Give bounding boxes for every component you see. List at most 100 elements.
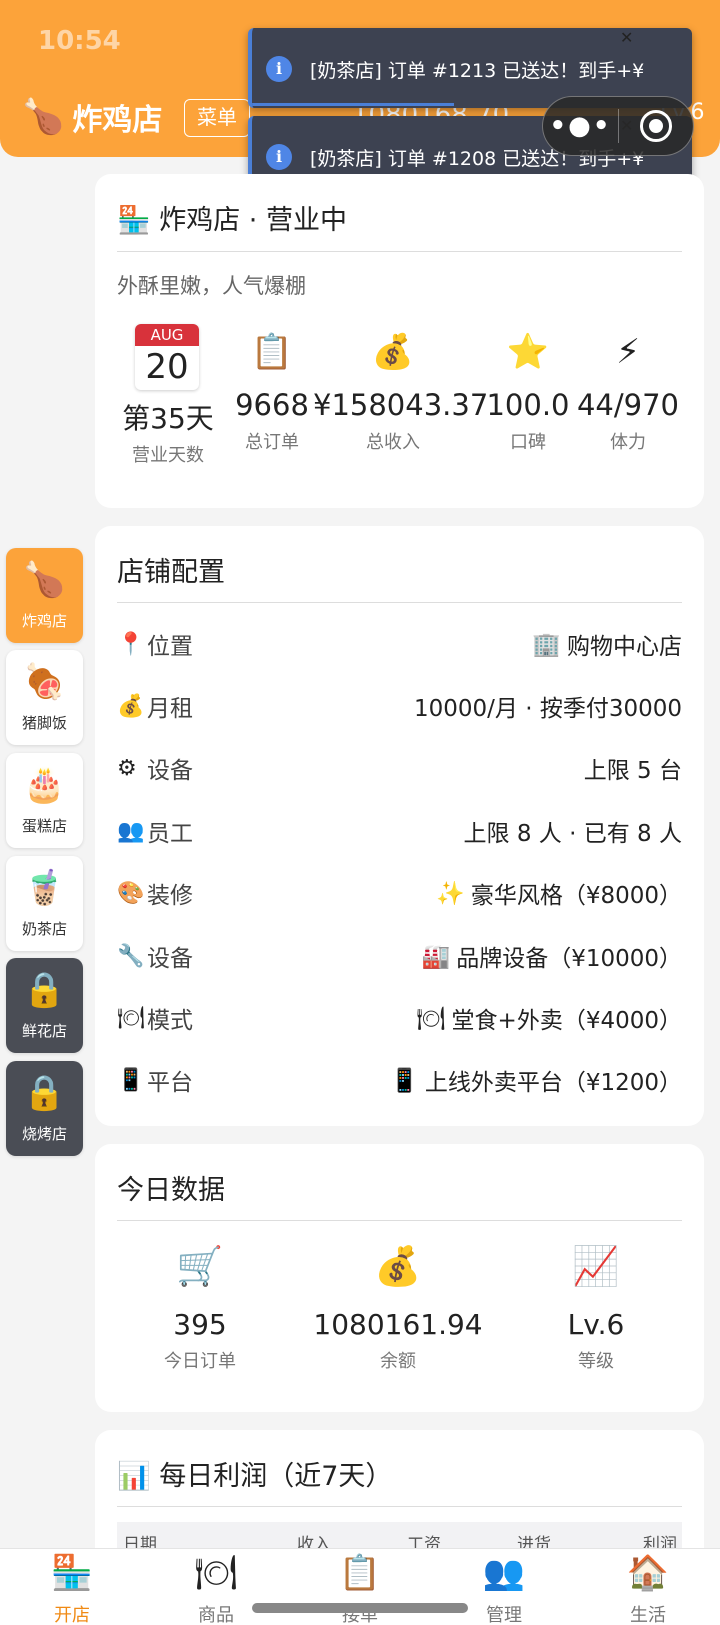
plate-icon: 🍽 [194, 1553, 238, 1593]
balance-stat: 💰 1080161.94 余额 [313, 1244, 483, 1373]
chicken-leg-icon: 🍗 [22, 97, 65, 137]
business-days-label: 营业天数 [132, 445, 204, 466]
config-value: 豪华风格（¥8000） [470, 883, 682, 909]
stat-label: 总收入 [366, 432, 420, 453]
side-tab-label: 鲜花店 [21, 1022, 67, 1040]
today-data-card: 今日数据 🛒 395 今日订单 💰 1080161.94 余额 📈 Lv.6 等… [95, 1144, 704, 1412]
today-title: 今日数据 [117, 1175, 225, 1206]
lock-icon: 🔒 [23, 970, 66, 1010]
sparkles-icon: ✨ [436, 880, 465, 907]
divider [117, 602, 682, 603]
side-tab-pork-rice[interactable]: 🍖 猪脚饭 [6, 650, 83, 745]
divider [117, 251, 682, 252]
lightning-icon: ⚡ [616, 332, 640, 372]
config-value: 上限 8 人 · 已有 8 人 [463, 821, 682, 847]
profit-title: 📊 每日利润（近7天） [117, 1454, 392, 1493]
level-stat: 📈 Lv.6 等级 [511, 1244, 681, 1373]
nav-open-store[interactable]: 🏪 开店 [0, 1549, 144, 1625]
nav-label: 开店 [54, 1605, 90, 1625]
stat-value: 9668 [235, 388, 309, 422]
more-icon[interactable]: •●• [543, 111, 618, 141]
config-key: 员工 [147, 821, 193, 847]
config-row-location[interactable]: 📍 位置 🏢 购物中心店 [117, 624, 682, 664]
profit-title-text: 每日利润（近7天） [159, 1461, 393, 1492]
nav-life[interactable]: 🏠 生活 [576, 1549, 720, 1625]
close-miniprogram-icon[interactable] [619, 110, 693, 142]
fork-knife-icon: 🍽 [117, 1005, 145, 1031]
bottom-nav: 🏪 开店 🍽 商品 📋 接单 👥 管理 🏠 生活 [0, 1548, 720, 1625]
config-value: 堂食+外卖（¥4000） [451, 1008, 682, 1034]
lock-icon: 🔒 [23, 1073, 66, 1113]
cart-icon: 🛒 [176, 1244, 224, 1288]
side-tab-bbq-locked[interactable]: 🔒 烧烤店 [6, 1061, 83, 1156]
side-tab-milk-tea[interactable]: 🧋 奶茶店 [6, 856, 83, 951]
calendar-icon: AUG 20 [135, 324, 199, 390]
stat-label: 余额 [380, 1351, 416, 1372]
config-row-mode[interactable]: 🍽 模式 🍽 堂食+外卖（¥4000） [117, 998, 682, 1038]
money-bag-icon: 💰 [117, 693, 145, 719]
config-value: 10000/月 · 按季付30000 [413, 696, 682, 722]
total-orders-stat: 📋 9668 总订单 [217, 332, 327, 454]
stamina-stat: ⚡ 44/970 体力 [563, 332, 693, 454]
config-value: 购物中心店 [567, 634, 682, 660]
config-row-equipment[interactable]: 🔧 设备 🏭 品牌设备（¥10000） [117, 936, 682, 976]
info-icon: i [266, 56, 292, 82]
money-bag-icon: 💰 [371, 332, 415, 372]
store-config-card: 店铺配置 📍 位置 🏢 购物中心店 💰 月租 10000/月 · 按季付30000… [95, 526, 704, 1126]
config-key: 模式 [147, 1008, 193, 1034]
stat-label: 体力 [610, 432, 646, 453]
config-value: 品牌设备（¥10000） [456, 946, 682, 972]
nav-orders[interactable]: 📋 接单 [288, 1549, 432, 1625]
people-icon: 👥 [117, 818, 145, 844]
pin-icon: 📍 [117, 631, 145, 657]
stat-value: 44/970 [576, 388, 680, 422]
total-revenue-stat: 💰 ¥158043.37 总收入 [313, 332, 488, 454]
toast-progress [252, 103, 455, 106]
cake-icon: 🎂 [23, 765, 66, 805]
config-row-platform[interactable]: 📱 平台 📱 上线外卖平台（¥1200） [117, 1060, 682, 1100]
miniprogram-capsule: •●• [542, 96, 694, 156]
palette-icon: 🎨 [117, 880, 145, 906]
nav-products[interactable]: 🍽 商品 [144, 1549, 288, 1625]
bar-chart-icon: 📊 [117, 1461, 151, 1492]
chicken-leg-icon: 🍗 [23, 560, 66, 600]
stat-value: Lv.6 [567, 1308, 625, 1341]
clipboard-icon: 📋 [338, 1553, 382, 1593]
store-name: 炸鸡店 [72, 103, 163, 138]
config-row-decoration[interactable]: 🎨 装修 ✨ 豪华风格（¥8000） [117, 873, 682, 913]
toast-close-icon[interactable]: ✕ [620, 28, 660, 88]
config-key: 设备 [147, 758, 193, 784]
people-icon: 👥 [482, 1553, 526, 1593]
config-row-rent[interactable]: 💰 月租 10000/月 · 按季付30000 [117, 686, 682, 726]
stat-value: 1080161.94 [313, 1308, 483, 1341]
store-icon: 🏪 [50, 1553, 94, 1593]
config-value: 上线外卖平台（¥1200） [424, 1070, 682, 1096]
stat-label: 今日订单 [164, 1351, 236, 1372]
bubble-tea-icon: 🧋 [23, 868, 66, 908]
side-tab-label: 蛋糕店 [21, 817, 67, 835]
phone-icon: 📱 [390, 1067, 419, 1094]
side-tab-fried-chicken[interactable]: 🍗 炸鸡店 [6, 548, 83, 643]
divider [117, 1506, 682, 1507]
menu-button[interactable]: 菜单 [184, 99, 250, 137]
side-tab-label: 炸鸡店 [21, 612, 67, 630]
wrench-icon: 🔧 [117, 943, 145, 969]
gear-icon: ⚙ [117, 755, 137, 781]
money-bag-icon: 💰 [374, 1244, 422, 1288]
store-title: 🍗 炸鸡店 [22, 95, 162, 139]
config-key: 位置 [147, 634, 193, 660]
calendar-day: 20 [145, 347, 189, 387]
side-tab-flower-locked[interactable]: 🔒 鲜花店 [6, 958, 83, 1053]
phone-icon: 📱 [117, 1067, 145, 1093]
config-row-equipment-limit[interactable]: ⚙ 设备 上限 5 台 [117, 748, 682, 788]
config-row-staff[interactable]: 👥 员工 上限 8 人 · 已有 8 人 [117, 811, 682, 851]
today-orders-stat: 🛒 395 今日订单 [115, 1244, 285, 1373]
store-overview-card: 🏪 炸鸡店 · 营业中 外酥里嫩，人气爆棚 AUG 20 第35天 营业天数 📋… [95, 174, 704, 508]
side-tab-label: 猪脚饭 [21, 714, 67, 732]
nav-manage[interactable]: 👥 管理 [432, 1549, 576, 1625]
side-tab-cake[interactable]: 🎂 蛋糕店 [6, 753, 83, 848]
status-time: 10:54 [38, 26, 121, 56]
factory-icon: 🏭 [421, 943, 451, 970]
toast-message: [奶茶店] 订单 #1213 已送达！到手+¥ [310, 60, 645, 82]
stat-label: 总订单 [245, 432, 299, 453]
